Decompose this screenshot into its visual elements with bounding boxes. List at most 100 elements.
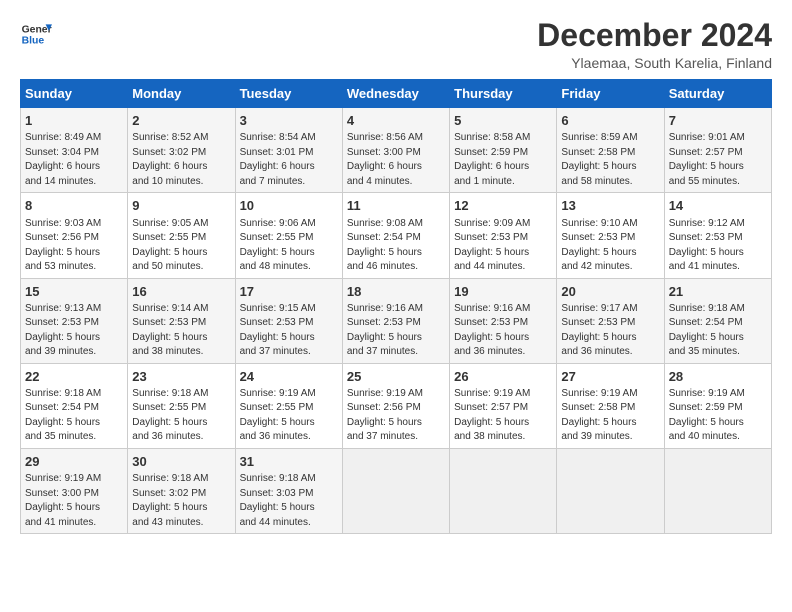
calendar-cell: 10Sunrise: 9:06 AMSunset: 2:55 PMDayligh… bbox=[235, 193, 342, 278]
calendar-cell: 19Sunrise: 9:16 AMSunset: 2:53 PMDayligh… bbox=[450, 278, 557, 363]
calendar-cell: 22Sunrise: 9:18 AMSunset: 2:54 PMDayligh… bbox=[21, 363, 128, 448]
calendar-body: 1Sunrise: 8:49 AMSunset: 3:04 PMDaylight… bbox=[21, 108, 772, 534]
svg-text:Blue: Blue bbox=[22, 36, 45, 47]
day-number: 15 bbox=[25, 283, 123, 301]
calendar-col-header: Monday bbox=[128, 80, 235, 108]
day-info: Sunrise: 9:16 AMSunset: 2:53 PMDaylight:… bbox=[454, 302, 552, 360]
title-block: December 2024 Ylaemaa, South Karelia, Fi… bbox=[537, 18, 772, 71]
calendar-cell: 25Sunrise: 9:19 AMSunset: 2:56 PMDayligh… bbox=[342, 363, 449, 448]
calendar-cell: 29Sunrise: 9:19 AMSunset: 3:00 PMDayligh… bbox=[21, 448, 128, 533]
calendar-cell bbox=[664, 448, 771, 533]
calendar-col-header: Sunday bbox=[21, 80, 128, 108]
day-info: Sunrise: 9:19 AMSunset: 3:00 PMDaylight:… bbox=[25, 472, 123, 530]
day-info: Sunrise: 9:03 AMSunset: 2:56 PMDaylight:… bbox=[25, 217, 123, 275]
calendar-cell: 23Sunrise: 9:18 AMSunset: 2:55 PMDayligh… bbox=[128, 363, 235, 448]
day-info: Sunrise: 9:13 AMSunset: 2:53 PMDaylight:… bbox=[25, 302, 123, 360]
calendar-cell: 3Sunrise: 8:54 AMSunset: 3:01 PMDaylight… bbox=[235, 108, 342, 193]
calendar-cell: 4Sunrise: 8:56 AMSunset: 3:00 PMDaylight… bbox=[342, 108, 449, 193]
day-info: Sunrise: 8:56 AMSunset: 3:00 PMDaylight:… bbox=[347, 131, 445, 189]
day-info: Sunrise: 9:17 AMSunset: 2:53 PMDaylight:… bbox=[561, 302, 659, 360]
day-number: 7 bbox=[669, 112, 767, 130]
calendar-cell bbox=[557, 448, 664, 533]
day-number: 8 bbox=[25, 197, 123, 215]
calendar-cell: 30Sunrise: 9:18 AMSunset: 3:02 PMDayligh… bbox=[128, 448, 235, 533]
calendar-table: SundayMondayTuesdayWednesdayThursdayFrid… bbox=[20, 79, 772, 534]
calendar-cell: 12 Sunrise: 9:09 AMSunset: 2:53 PMDayligh… bbox=[450, 193, 557, 278]
day-number: 13 bbox=[561, 197, 659, 215]
calendar-cell bbox=[342, 448, 449, 533]
day-number: 29 bbox=[25, 453, 123, 471]
calendar-col-header: Thursday bbox=[450, 80, 557, 108]
day-info: Sunrise: 9:19 AMSunset: 2:56 PMDaylight:… bbox=[347, 387, 445, 445]
day-number: 19 bbox=[454, 283, 552, 301]
calendar-cell: 31Sunrise: 9:18 AMSunset: 3:03 PMDayligh… bbox=[235, 448, 342, 533]
calendar-cell: 13 Sunrise: 9:10 AMSunset: 2:53 PMDayligh… bbox=[557, 193, 664, 278]
day-number: 2 bbox=[132, 112, 230, 130]
calendar-cell: 28Sunrise: 9:19 AMSunset: 2:59 PMDayligh… bbox=[664, 363, 771, 448]
calendar-cell: 9Sunrise: 9:05 AMSunset: 2:55 PMDaylight… bbox=[128, 193, 235, 278]
calendar-cell: 15Sunrise: 9:13 AMSunset: 2:53 PMDayligh… bbox=[21, 278, 128, 363]
calendar-cell: 8 Sunrise: 9:03 AMSunset: 2:56 PMDaylight… bbox=[21, 193, 128, 278]
day-number: 1 bbox=[25, 112, 123, 130]
calendar-cell bbox=[450, 448, 557, 533]
day-number: 14 bbox=[669, 197, 767, 215]
calendar-cell: 7Sunrise: 9:01 AMSunset: 2:57 PMDaylight… bbox=[664, 108, 771, 193]
day-info: Sunrise: 9:18 AMSunset: 3:03 PMDaylight:… bbox=[240, 472, 338, 530]
day-number: 20 bbox=[561, 283, 659, 301]
day-number: 31 bbox=[240, 453, 338, 471]
day-info: Sunrise: 9:18 AMSunset: 2:54 PMDaylight:… bbox=[25, 387, 123, 445]
day-info: Sunrise: 9:06 AMSunset: 2:55 PMDaylight:… bbox=[240, 217, 338, 275]
calendar-week-row: 22Sunrise: 9:18 AMSunset: 2:54 PMDayligh… bbox=[21, 363, 772, 448]
day-info: Sunrise: 8:52 AMSunset: 3:02 PMDaylight:… bbox=[132, 131, 230, 189]
day-info: Sunrise: 9:16 AMSunset: 2:53 PMDaylight:… bbox=[347, 302, 445, 360]
calendar-cell: 17Sunrise: 9:15 AMSunset: 2:53 PMDayligh… bbox=[235, 278, 342, 363]
day-info: Sunrise: 9:18 AMSunset: 2:55 PMDaylight:… bbox=[132, 387, 230, 445]
day-info: Sunrise: 9:05 AMSunset: 2:55 PMDaylight:… bbox=[132, 217, 230, 275]
calendar-col-header: Tuesday bbox=[235, 80, 342, 108]
calendar-cell: 5Sunrise: 8:58 AMSunset: 2:59 PMDaylight… bbox=[450, 108, 557, 193]
day-number: 21 bbox=[669, 283, 767, 301]
calendar-cell: 16Sunrise: 9:14 AMSunset: 2:53 PMDayligh… bbox=[128, 278, 235, 363]
day-number: 24 bbox=[240, 368, 338, 386]
calendar-week-row: 8 Sunrise: 9:03 AMSunset: 2:56 PMDaylight… bbox=[21, 193, 772, 278]
calendar-cell: 27Sunrise: 9:19 AMSunset: 2:58 PMDayligh… bbox=[557, 363, 664, 448]
day-info: Sunrise: 9:09 AMSunset: 2:53 PMDaylight:… bbox=[454, 217, 552, 275]
calendar-cell: 24Sunrise: 9:19 AMSunset: 2:55 PMDayligh… bbox=[235, 363, 342, 448]
header: General Blue December 2024 Ylaemaa, Sout… bbox=[20, 18, 772, 71]
calendar-cell: 1Sunrise: 8:49 AMSunset: 3:04 PMDaylight… bbox=[21, 108, 128, 193]
calendar-cell: 26Sunrise: 9:19 AMSunset: 2:57 PMDayligh… bbox=[450, 363, 557, 448]
day-info: Sunrise: 9:19 AMSunset: 2:55 PMDaylight:… bbox=[240, 387, 338, 445]
day-info: Sunrise: 9:18 AMSunset: 3:02 PMDaylight:… bbox=[132, 472, 230, 530]
calendar-header-row: SundayMondayTuesdayWednesdayThursdayFrid… bbox=[21, 80, 772, 108]
calendar-cell: 6Sunrise: 8:59 AMSunset: 2:58 PMDaylight… bbox=[557, 108, 664, 193]
logo: General Blue bbox=[20, 18, 52, 50]
calendar-col-header: Wednesday bbox=[342, 80, 449, 108]
subtitle: Ylaemaa, South Karelia, Finland bbox=[537, 55, 772, 71]
day-info: Sunrise: 8:58 AMSunset: 2:59 PMDaylight:… bbox=[454, 131, 552, 189]
calendar-week-row: 15Sunrise: 9:13 AMSunset: 2:53 PMDayligh… bbox=[21, 278, 772, 363]
calendar-col-header: Saturday bbox=[664, 80, 771, 108]
day-number: 12 bbox=[454, 197, 552, 215]
day-info: Sunrise: 9:12 AMSunset: 2:53 PMDaylight:… bbox=[669, 217, 767, 275]
day-number: 23 bbox=[132, 368, 230, 386]
day-number: 11 bbox=[347, 197, 445, 215]
calendar-week-row: 1Sunrise: 8:49 AMSunset: 3:04 PMDaylight… bbox=[21, 108, 772, 193]
day-number: 30 bbox=[132, 453, 230, 471]
day-info: Sunrise: 9:10 AMSunset: 2:53 PMDaylight:… bbox=[561, 217, 659, 275]
day-info: Sunrise: 9:08 AMSunset: 2:54 PMDaylight:… bbox=[347, 217, 445, 275]
day-number: 3 bbox=[240, 112, 338, 130]
day-info: Sunrise: 8:54 AMSunset: 3:01 PMDaylight:… bbox=[240, 131, 338, 189]
day-number: 6 bbox=[561, 112, 659, 130]
day-number: 5 bbox=[454, 112, 552, 130]
day-info: Sunrise: 9:14 AMSunset: 2:53 PMDaylight:… bbox=[132, 302, 230, 360]
day-number: 28 bbox=[669, 368, 767, 386]
calendar-cell: 11 Sunrise: 9:08 AMSunset: 2:54 PMDayligh… bbox=[342, 193, 449, 278]
day-info: Sunrise: 9:18 AMSunset: 2:54 PMDaylight:… bbox=[669, 302, 767, 360]
calendar-cell: 20Sunrise: 9:17 AMSunset: 2:53 PMDayligh… bbox=[557, 278, 664, 363]
day-info: Sunrise: 9:19 AMSunset: 2:59 PMDaylight:… bbox=[669, 387, 767, 445]
day-info: Sunrise: 9:01 AMSunset: 2:57 PMDaylight:… bbox=[669, 131, 767, 189]
day-info: Sunrise: 8:49 AMSunset: 3:04 PMDaylight:… bbox=[25, 131, 123, 189]
calendar-cell: 21Sunrise: 9:18 AMSunset: 2:54 PMDayligh… bbox=[664, 278, 771, 363]
calendar-cell: 14 Sunrise: 9:12 AMSunset: 2:53 PMDayligh… bbox=[664, 193, 771, 278]
day-number: 26 bbox=[454, 368, 552, 386]
